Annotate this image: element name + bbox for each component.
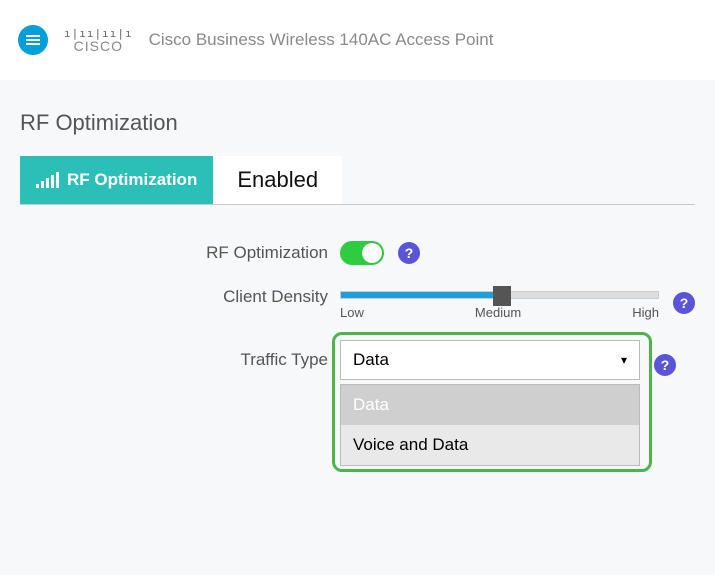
label-client-density: Client Density — [20, 285, 340, 307]
label-rf-optimization: RF Optimization — [20, 243, 340, 263]
brand-logo: ı|ıı|ıı|ı CISCO — [64, 27, 133, 54]
traffic-option-voice-and-data[interactable]: Voice and Data — [341, 425, 639, 465]
toggle-knob — [362, 243, 382, 263]
tick-low: Low — [340, 305, 364, 320]
slider-track — [340, 291, 659, 299]
tick-high: High — [632, 305, 659, 320]
row-traffic-type: Traffic Type Data Data Voice and Data ? — [20, 340, 695, 380]
traffic-type-value: Data — [353, 350, 389, 370]
tick-medium: Medium — [475, 305, 521, 320]
slider-ticks: Low Medium High — [340, 305, 659, 320]
traffic-option-data[interactable]: Data — [341, 385, 639, 425]
row-client-density: Client Density Low Medium High ? — [20, 285, 695, 320]
client-density-slider[interactable]: Low Medium High — [340, 285, 659, 320]
label-traffic-type: Traffic Type — [20, 340, 340, 370]
signal-icon — [36, 172, 59, 188]
main-panel: RF Optimization RF Optimization Enabled … — [0, 80, 715, 575]
tab-row: RF Optimization Enabled — [20, 156, 695, 205]
tab-label: RF Optimization — [67, 170, 197, 190]
traffic-type-dropdown: Data Voice and Data — [340, 384, 640, 466]
help-icon[interactable]: ? — [673, 292, 695, 314]
slider-fill — [341, 292, 493, 298]
page-title: RF Optimization — [20, 110, 695, 136]
tab-rf-optimization[interactable]: RF Optimization — [20, 156, 213, 204]
rf-optimization-toggle[interactable] — [340, 241, 384, 265]
brand-text: CISCO — [74, 38, 123, 54]
tab-state: Enabled — [213, 156, 342, 204]
top-bar: ı|ıı|ıı|ı CISCO Cisco Business Wireless … — [0, 0, 715, 80]
slider-handle[interactable] — [493, 286, 511, 306]
traffic-type-select[interactable]: Data — [340, 340, 640, 380]
row-rf-optimization: RF Optimization ? — [20, 241, 695, 265]
menu-button[interactable] — [18, 25, 48, 55]
product-name: Cisco Business Wireless 140AC Access Poi… — [149, 30, 494, 50]
help-icon[interactable]: ? — [398, 242, 420, 264]
traffic-type-select-wrap: Data Data Voice and Data — [340, 340, 640, 380]
hamburger-icon — [26, 39, 40, 41]
help-icon[interactable]: ? — [654, 354, 676, 376]
